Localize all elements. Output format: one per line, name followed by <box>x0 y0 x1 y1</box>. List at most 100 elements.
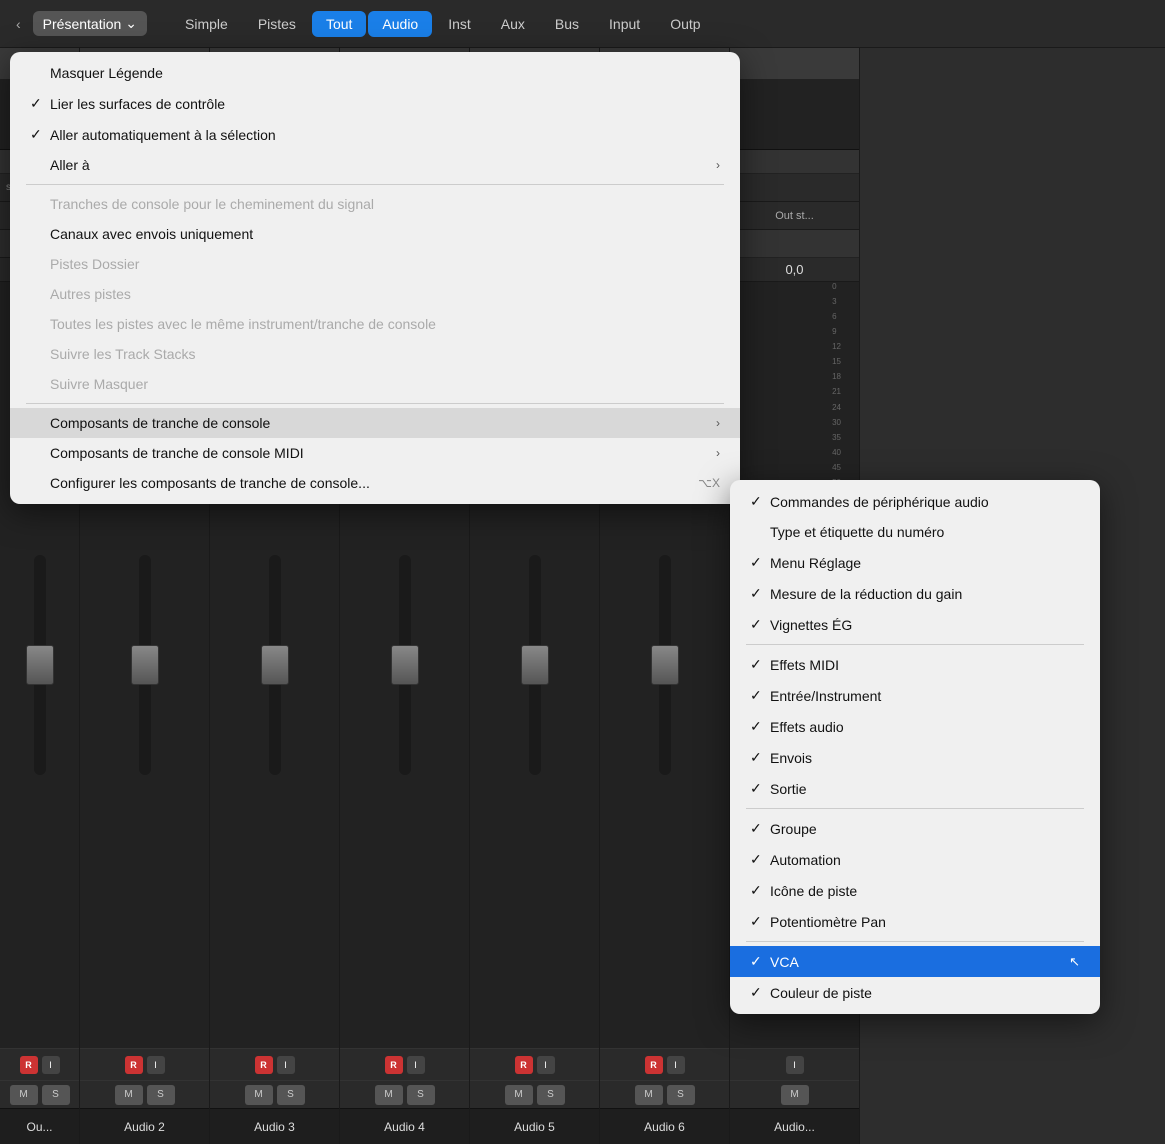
menu-aller-a[interactable]: Aller à › <box>10 150 740 180</box>
sub-effets-audio[interactable]: ✓ Effets audio <box>730 711 1100 742</box>
tab-pistes[interactable]: Pistes <box>244 11 310 37</box>
fader-track-5[interactable] <box>529 555 541 775</box>
fader-thumb-4[interactable] <box>391 645 419 685</box>
sub-context-menu: ✓ Commandes de périphérique audio Type e… <box>730 480 1100 1014</box>
fader-thumb-1[interactable] <box>26 645 54 685</box>
tab-inst[interactable]: Inst <box>434 11 485 37</box>
record-button-4[interactable]: R <box>385 1056 403 1074</box>
solo-button-2[interactable]: S <box>147 1085 175 1105</box>
fader-thumb-5[interactable] <box>521 645 549 685</box>
fader-track-1[interactable] <box>34 555 46 775</box>
record-button-5[interactable]: R <box>515 1056 533 1074</box>
input-button-6[interactable]: I <box>667 1056 685 1074</box>
channel-buttons-7: I <box>730 1048 859 1080</box>
sub-potentiometre-pan[interactable]: ✓ Potentiomètre Pan <box>730 906 1100 937</box>
menu-aller-auto[interactable]: ✓ Aller automatiquement à la sélection <box>10 119 740 150</box>
sub-separator-3 <box>746 941 1084 942</box>
fader-thumb-6[interactable] <box>651 645 679 685</box>
record-button-3[interactable]: R <box>255 1056 273 1074</box>
tab-outp[interactable]: Outp <box>656 11 714 37</box>
menu-composants-midi[interactable]: Composants de tranche de console MIDI › <box>10 438 740 468</box>
input-button-4[interactable]: I <box>407 1056 425 1074</box>
menu-configurer-composants[interactable]: Configurer les composants de tranche de … <box>10 468 740 498</box>
record-button-1[interactable]: R <box>20 1056 38 1074</box>
mute-button-3[interactable]: M <box>245 1085 273 1105</box>
channel-vol-7: 0,0 <box>730 258 859 282</box>
mute-button-4[interactable]: M <box>375 1085 403 1105</box>
menu-label-suivre-stacks: Suivre les Track Stacks <box>50 346 196 362</box>
sub-envois[interactable]: ✓ Envois <box>730 742 1100 773</box>
menu-label-masquer: Masquer Légende <box>50 65 163 81</box>
mute-button-6[interactable]: M <box>635 1085 663 1105</box>
menu-label-configurer: Configurer les composants de tranche de … <box>50 475 370 491</box>
sub-label-couleur: Couleur de piste <box>770 985 872 1001</box>
input-button-7[interactable]: I <box>786 1056 804 1074</box>
menu-pistes-dossier: Pistes Dossier <box>10 249 740 279</box>
fader-track-6[interactable] <box>659 555 671 775</box>
record-button-6[interactable]: R <box>645 1056 663 1074</box>
solo-button-5[interactable]: S <box>537 1085 565 1105</box>
fader-track-4[interactable] <box>399 555 411 775</box>
sub-sortie[interactable]: ✓ Sortie <box>730 773 1100 804</box>
menu-canaux-envois[interactable]: Canaux avec envois uniquement <box>10 219 740 249</box>
sub-entree-instrument[interactable]: ✓ Entrée/Instrument <box>730 680 1100 711</box>
sub-effets-midi[interactable]: ✓ Effets MIDI <box>730 649 1100 680</box>
tab-tout[interactable]: Tout <box>312 11 366 37</box>
sub-menu-reglage[interactable]: ✓ Menu Réglage <box>730 547 1100 578</box>
sub-label-vignettes: Vignettes ÉG <box>770 617 852 633</box>
back-arrow-icon[interactable]: ‹ <box>8 12 29 36</box>
menu-label-composants-midi: Composants de tranche de console MIDI <box>50 445 304 461</box>
input-button-3[interactable]: I <box>277 1056 295 1074</box>
sub-vignettes-eg[interactable]: ✓ Vignettes ÉG <box>730 609 1100 640</box>
fader-scale-7: 03691215182124303540455060 <box>832 282 841 502</box>
sub-vca[interactable]: ✓ VCA ↖ <box>730 946 1100 977</box>
solo-button-6[interactable]: S <box>667 1085 695 1105</box>
sub-mesure-gain[interactable]: ✓ Mesure de la réduction du gain <box>730 578 1100 609</box>
sub-check-mesure: ✓ <box>750 585 770 602</box>
tab-bus[interactable]: Bus <box>541 11 593 37</box>
sub-check-groupe: ✓ <box>750 820 770 837</box>
menu-composants-console[interactable]: Composants de tranche de console › <box>10 408 740 438</box>
fader-track-3[interactable] <box>269 555 281 775</box>
sub-type-etiquette[interactable]: Type et étiquette du numéro <box>730 517 1100 547</box>
sub-separator-1 <box>746 644 1084 645</box>
channel-sends-7 <box>730 230 859 258</box>
solo-button-1[interactable]: S <box>42 1085 70 1105</box>
input-button-1[interactable]: I <box>42 1056 60 1074</box>
sub-commandes-audio[interactable]: ✓ Commandes de périphérique audio <box>730 486 1100 517</box>
sub-label-effets-audio: Effets audio <box>770 719 844 735</box>
fader-track-2[interactable] <box>139 555 151 775</box>
tab-audio[interactable]: Audio <box>368 11 432 37</box>
fader-thumb-2[interactable] <box>131 645 159 685</box>
menu-label-aller-a: Aller à <box>50 157 90 173</box>
fader-thumb-3[interactable] <box>261 645 289 685</box>
solo-button-4[interactable]: S <box>407 1085 435 1105</box>
sub-check-vignettes: ✓ <box>750 616 770 633</box>
arrow-composants: › <box>716 416 720 430</box>
mute-button-2[interactable]: M <box>115 1085 143 1105</box>
channel-buttons-6: R I <box>600 1048 729 1080</box>
mute-button-7[interactable]: M <box>781 1085 809 1105</box>
menu-masquer-legende[interactable]: Masquer Légende <box>10 58 740 88</box>
menu-lier-surfaces[interactable]: ✓ Lier les surfaces de contrôle <box>10 88 740 119</box>
sub-groupe[interactable]: ✓ Groupe <box>730 813 1100 844</box>
menu-autres-pistes: Autres pistes <box>10 279 740 309</box>
menu-label-tranches: Tranches de console pour le cheminement … <box>50 196 374 212</box>
presentation-button[interactable]: Présentation ⌄ <box>33 11 147 36</box>
check-lier: ✓ <box>30 95 50 112</box>
record-button-2[interactable]: R <box>125 1056 143 1074</box>
sub-couleur-piste[interactable]: ✓ Couleur de piste <box>730 977 1100 1008</box>
sub-icone-piste[interactable]: ✓ Icône de piste <box>730 875 1100 906</box>
sub-check-commandes: ✓ <box>750 493 770 510</box>
channel-name-2: Audio 2 <box>80 1108 209 1144</box>
tab-aux[interactable]: Aux <box>487 11 539 37</box>
input-button-5[interactable]: I <box>537 1056 555 1074</box>
tab-simple[interactable]: Simple <box>171 11 242 37</box>
input-button-2[interactable]: I <box>147 1056 165 1074</box>
solo-button-3[interactable]: S <box>277 1085 305 1105</box>
tab-input[interactable]: Input <box>595 11 654 37</box>
mute-button-5[interactable]: M <box>505 1085 533 1105</box>
separator-2 <box>26 403 724 404</box>
mute-button-1[interactable]: M <box>10 1085 38 1105</box>
sub-automation[interactable]: ✓ Automation <box>730 844 1100 875</box>
